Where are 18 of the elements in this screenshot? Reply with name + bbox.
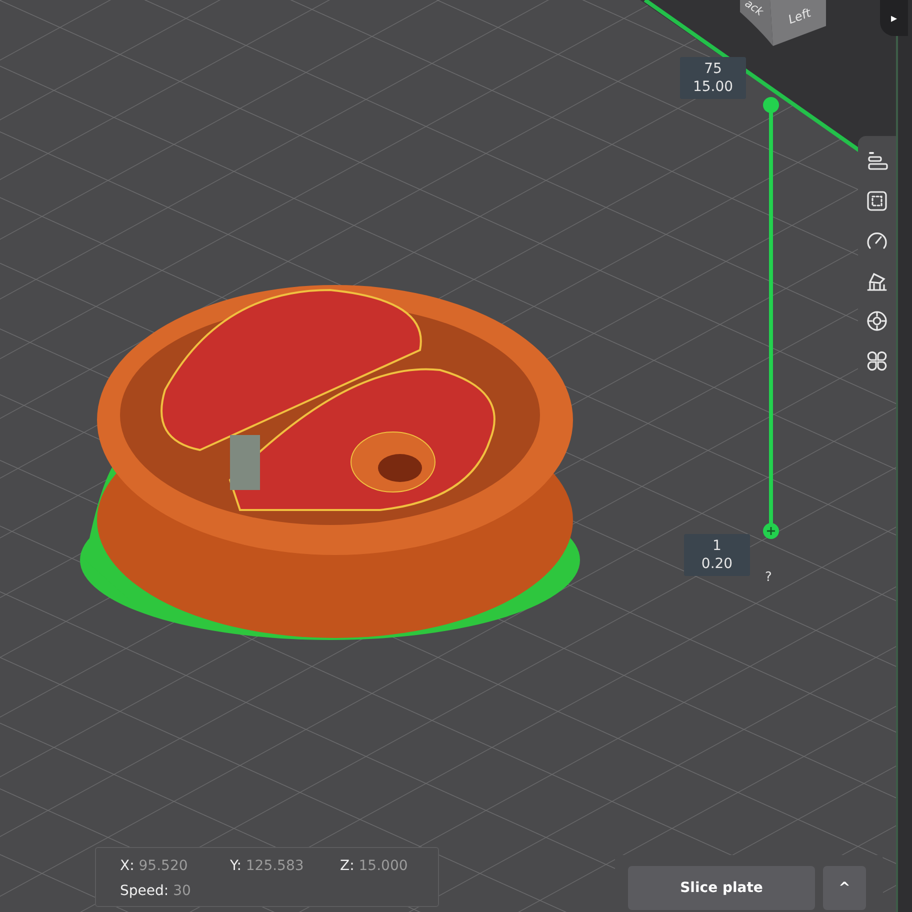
layer-label: 75 15.00 [680,57,746,99]
coordinate-value: 125.583 [246,858,304,874]
coordinate-label: X: [120,858,134,874]
coordinate-value: 95.520 [138,858,188,874]
slider-handle[interactable] [763,97,779,113]
slice-plate-button[interactable]: Slice plate [628,866,815,910]
frame-icon[interactable] [864,188,890,214]
coordinate-label: Z: [340,858,354,874]
layer-label: 1 0.20 [684,534,750,576]
expand-button[interactable]: ^ [823,866,866,910]
help-link[interactable]: ? [765,570,772,585]
coordinate-value: 30 [173,883,191,899]
coordinate-label: Speed: [120,883,169,899]
target-icon[interactable] [864,308,890,334]
collapse-toggle[interactable]: ▸ [880,0,908,36]
coordinate-value: 15.000 [358,858,408,874]
coordinate-label: Y: [230,858,242,874]
slider-handle[interactable] [763,523,779,539]
